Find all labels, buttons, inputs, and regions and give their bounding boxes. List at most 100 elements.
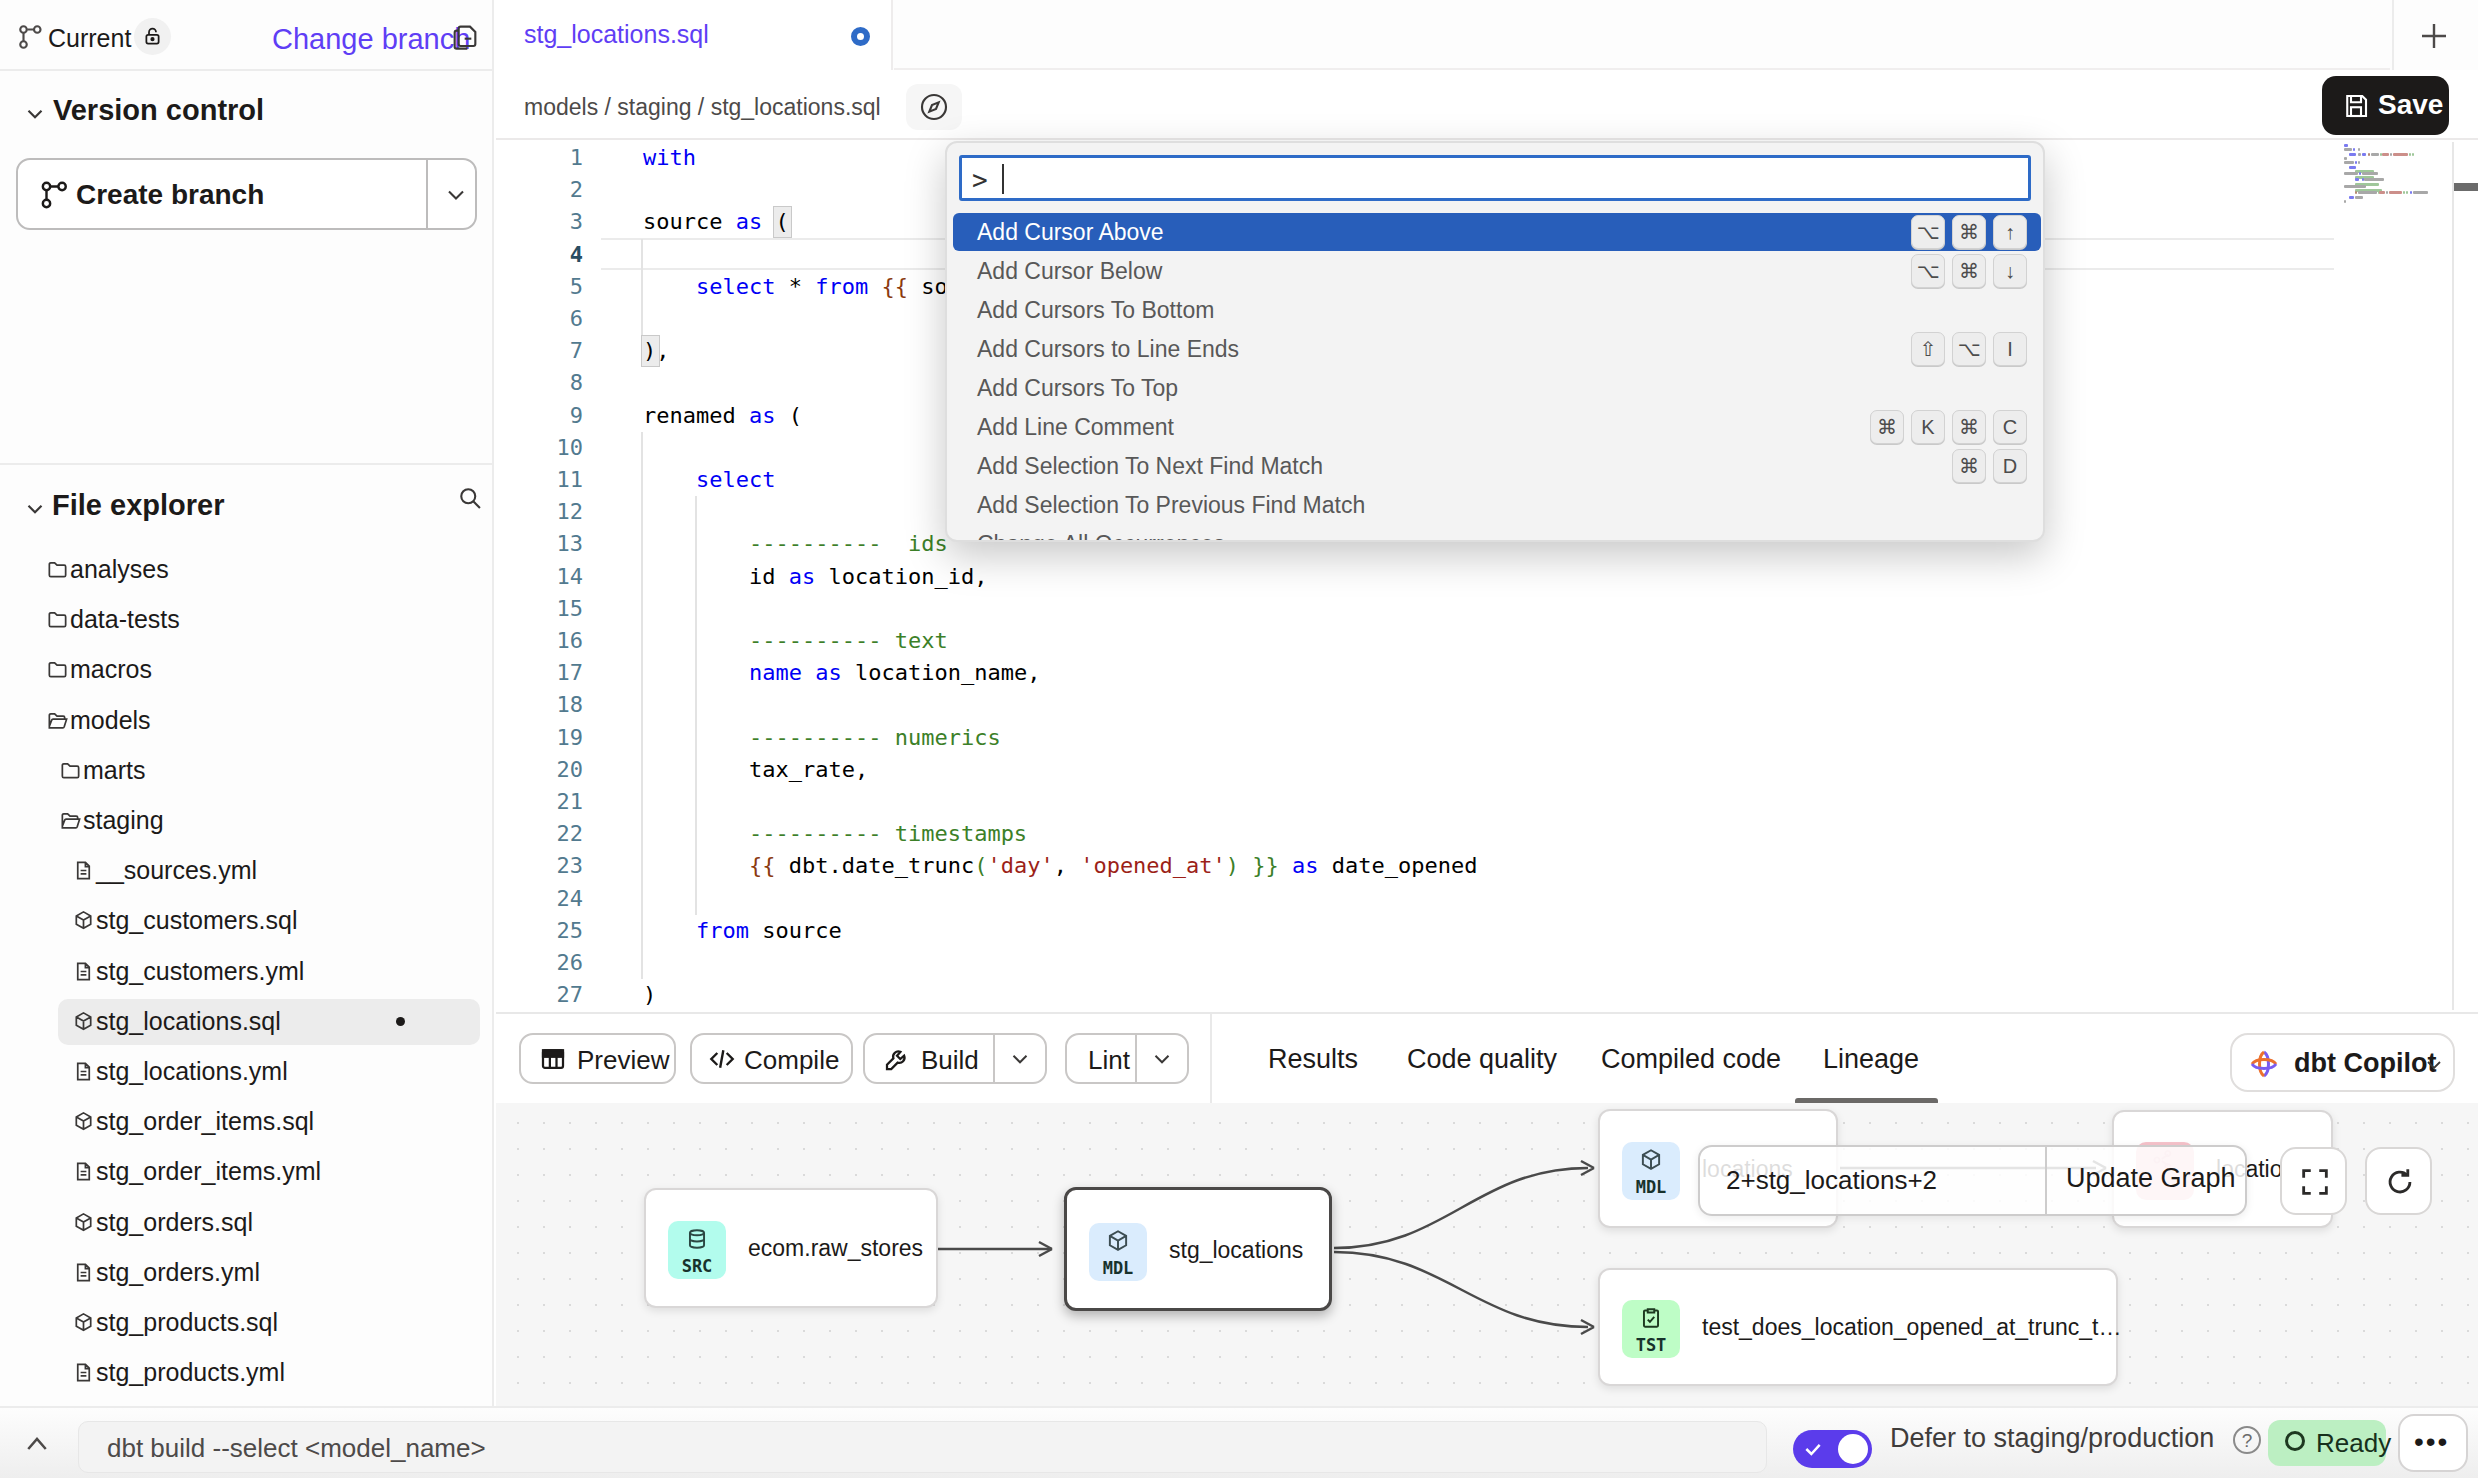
palette-item-change-all-occurrences[interactable]: Change All Occurrences — [953, 525, 2041, 542]
command-palette-input[interactable]: > — [959, 155, 2031, 201]
minimap-line — [2349, 166, 2356, 169]
preview-button[interactable]: Preview — [519, 1033, 676, 1084]
file-item-label: stg_products.yml — [96, 1358, 285, 1387]
file-item-stg-locations-sql[interactable]: stg_locations.sql — [0, 997, 492, 1047]
file-item-label: stg_locations.yml — [96, 1057, 288, 1086]
minimap-line — [2349, 196, 2353, 199]
tab-stg-locations-sql[interactable]: stg_locations.sql — [496, 0, 893, 70]
help-icon[interactable]: ? — [2233, 1426, 2261, 1454]
clipboard-icon — [1638, 1305, 1664, 1331]
cube-icon — [72, 1311, 95, 1334]
palette-item-add-cursor-above[interactable]: Add Cursor Above⌥⌘↑ — [953, 213, 2041, 251]
file-item-stg-customers-yml[interactable]: stg_customers.yml — [0, 947, 492, 997]
ready-status-badge[interactable]: Ready — [2268, 1420, 2386, 1466]
folder-open-icon — [59, 809, 82, 832]
create-branch-button[interactable]: Create branch — [16, 158, 477, 230]
copilot-label: dbt Copilot — [2294, 1048, 2436, 1079]
cube-icon — [72, 1110, 95, 1133]
palette-item-add-cursor-below[interactable]: Add Cursor Below⌥⌘↓ — [953, 252, 2041, 290]
palette-item-label: Change All Occurrences — [977, 531, 1225, 542]
lineage-canvas[interactable]: SRCecom.raw_storesMDLstg_locationsMDLloc… — [496, 1103, 2478, 1406]
palette-item-add-selection-to-previous-find-match[interactable]: Add Selection To Previous Find Match — [953, 486, 2041, 524]
line-number: 8 — [496, 367, 583, 399]
fullscreen-button[interactable] — [2280, 1147, 2347, 1215]
copy-icon[interactable] — [450, 20, 482, 52]
compile-button[interactable]: Compile — [690, 1033, 853, 1084]
tab-lineage[interactable]: Lineage — [1823, 1044, 1919, 1075]
file-item-analyses[interactable]: analyses — [0, 545, 492, 595]
breadcrumb[interactable]: models / staging / stg_locations.sql — [524, 94, 881, 121]
file-item-label: marts — [83, 756, 146, 785]
palette-item-add-cursors-to-line-ends[interactable]: Add Cursors to Line Ends⇧⌥I — [953, 330, 2041, 368]
command-input-field[interactable]: dbt build --select <model_name> — [78, 1421, 1767, 1473]
more-options-button[interactable]: ••• — [2398, 1414, 2468, 1472]
key-C: C — [1993, 410, 2027, 444]
file-item-stg-products-yml[interactable]: stg_products.yml — [0, 1348, 492, 1398]
key-↓: ↓ — [1993, 254, 2027, 288]
file-item-data-tests[interactable]: data-tests — [0, 595, 492, 645]
file-item-label: stg_orders.yml — [96, 1258, 260, 1287]
file-item-marts[interactable]: marts — [0, 746, 492, 796]
node-badge-MDL: MDL — [1622, 1142, 1680, 1200]
collapse-panel-icon[interactable] — [22, 1432, 52, 1456]
file-item-stg-products-sql[interactable]: stg_products.sql — [0, 1298, 492, 1348]
palette-item-add-cursors-to-top[interactable]: Add Cursors To Top — [953, 369, 2041, 407]
line-number: 13 — [496, 528, 583, 560]
breadcrumb-row: models / staging / stg_locations.sql — [496, 70, 2478, 140]
file-item-stg-locations-yml[interactable]: stg_locations.yml — [0, 1047, 492, 1097]
new-tab-button[interactable] — [2416, 18, 2452, 54]
file-explorer-chevron-icon[interactable] — [22, 496, 48, 522]
file-item--sources-yml[interactable]: __sources.yml — [0, 846, 492, 896]
update-graph-button[interactable]: Update Graph — [2066, 1163, 2236, 1194]
file-item-stg-orders-sql[interactable]: stg_orders.sql — [0, 1198, 492, 1248]
lineage-node-test_node[interactable]: TSTtest_does_location_opened_at_trunc_t… — [1598, 1268, 2118, 1386]
ready-label: Ready — [2316, 1428, 2391, 1459]
minimap-line — [2355, 196, 2363, 199]
line-number: 12 — [496, 496, 583, 528]
change-branch-link[interactable]: Change branch — [272, 23, 470, 56]
version-control-chevron-icon[interactable] — [22, 101, 48, 127]
lineage-search-input[interactable]: 2+stg_locations+2 — [1726, 1165, 1937, 1196]
line-number: 3 — [496, 206, 583, 238]
file-item-stg-orders-yml[interactable]: stg_orders.yml — [0, 1248, 492, 1298]
copilot-dropdown-icon[interactable] — [2422, 1053, 2446, 1077]
lineage-search-bar[interactable]: 2+stg_locations+2 Update Graph — [1698, 1145, 2247, 1216]
build-label: Build — [921, 1045, 979, 1076]
defer-toggle[interactable] — [1793, 1430, 1872, 1468]
line-number: 16 — [496, 625, 583, 657]
key-⌘: ⌘ — [1952, 254, 1986, 288]
minimap-line — [2413, 191, 2428, 194]
minimap-line — [2344, 200, 2346, 203]
lineage-node-stg_locations[interactable]: MDLstg_locations — [1064, 1187, 1332, 1311]
folder-icon — [46, 658, 69, 681]
lineage-node-raw_stores[interactable]: SRCecom.raw_stores — [644, 1188, 938, 1308]
refresh-icon — [2383, 1165, 2417, 1199]
lineage-compass-button[interactable] — [906, 84, 962, 130]
build-button[interactable]: Build — [863, 1033, 1047, 1084]
lint-dropdown-icon[interactable] — [1149, 1046, 1175, 1072]
search-icon[interactable] — [456, 484, 484, 512]
dbt-copilot-button[interactable]: dbt Copilot — [2230, 1033, 2455, 1092]
current-branch-label: Current — [48, 24, 131, 53]
tab-compiled-code[interactable]: Compiled code — [1601, 1044, 1781, 1075]
file-item-models[interactable]: models — [0, 696, 492, 746]
save-button[interactable]: Save — [2322, 76, 2449, 135]
palette-item-add-line-comment[interactable]: Add Line Comment⌘K⌘C — [953, 408, 2041, 446]
palette-item-label: Add Line Comment — [977, 414, 1174, 441]
tab-code-quality[interactable]: Code quality — [1407, 1044, 1557, 1075]
file-item-stg-customers-sql[interactable]: stg_customers.sql — [0, 896, 492, 946]
lint-button[interactable]: Lint — [1065, 1033, 1189, 1084]
create-branch-dropdown-icon[interactable] — [442, 181, 470, 209]
minimap-line — [2379, 191, 2385, 194]
tab-results[interactable]: Results — [1268, 1044, 1358, 1075]
file-item-macros[interactable]: macros — [0, 645, 492, 695]
build-dropdown-icon[interactable] — [1007, 1046, 1033, 1072]
minimap-line — [2349, 153, 2356, 156]
palette-item-add-selection-to-next-find-match[interactable]: Add Selection To Next Find Match⌘D — [953, 447, 2041, 485]
refresh-button[interactable] — [2365, 1147, 2432, 1215]
command-palette[interactable]: > Add Cursor Above⌥⌘↑Add Cursor Below⌥⌘↓… — [945, 141, 2045, 542]
palette-item-add-cursors-to-bottom[interactable]: Add Cursors To Bottom — [953, 291, 2041, 329]
file-item-stg-order-items-sql[interactable]: stg_order_items.sql — [0, 1097, 492, 1147]
file-item-staging[interactable]: staging — [0, 796, 492, 846]
file-item-stg-order-items-yml[interactable]: stg_order_items.yml — [0, 1147, 492, 1197]
